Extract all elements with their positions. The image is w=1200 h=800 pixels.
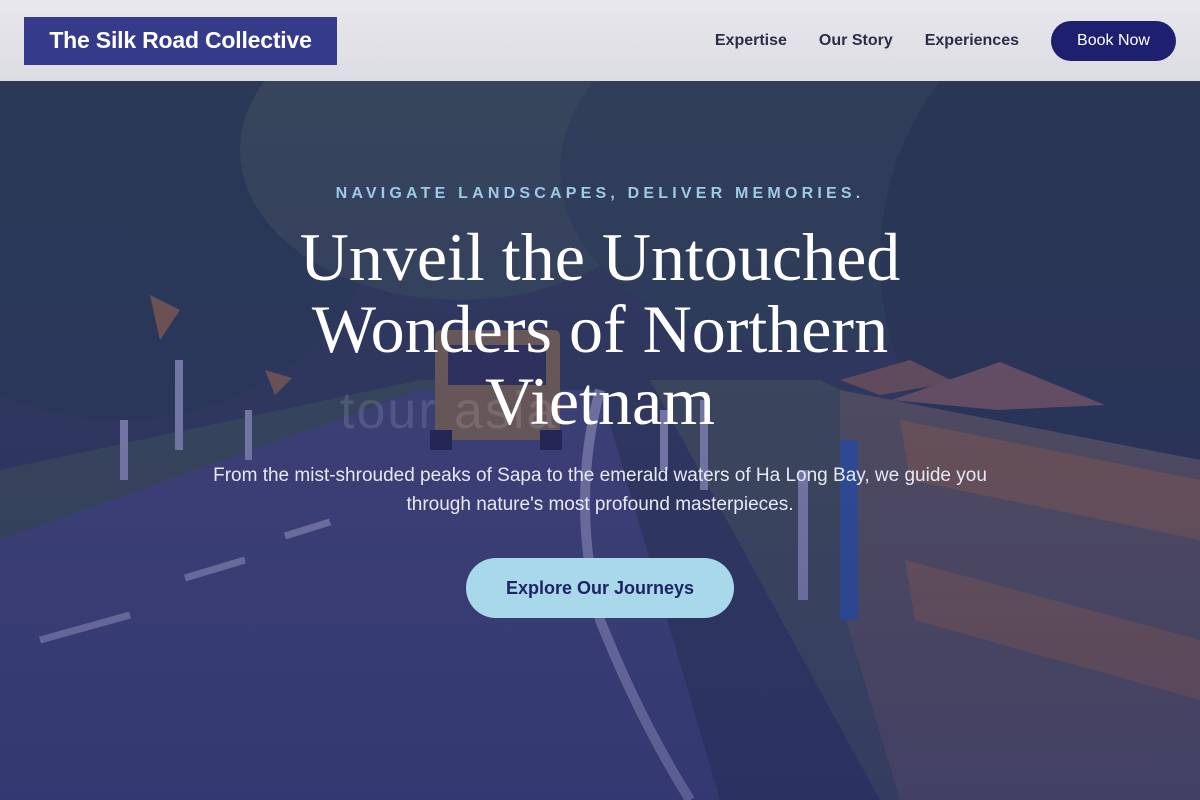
hero-eyebrow: NAVIGATE LANDSCAPES, DELIVER MEMORIES. — [335, 185, 865, 202]
nav-link-expertise[interactable]: Expertise — [715, 32, 787, 50]
site-header: The Silk Road Collective Expertise Our S… — [0, 0, 1200, 81]
main-nav: Expertise Our Story Experiences Book Now — [715, 20, 1176, 61]
brand-logo[interactable]: The Silk Road Collective — [24, 16, 337, 65]
hero-subtitle: From the mist-shrouded peaks of Sapa to … — [213, 465, 987, 515]
nav-link-our-story[interactable]: Our Story — [819, 32, 893, 50]
explore-journeys-button[interactable]: Explore Our Journeys — [466, 558, 734, 618]
nav-link-experiences[interactable]: Experiences — [925, 32, 1019, 50]
hero-section: tour asia NAVIGATE LANDSCAPES, DELIVER M… — [0, 81, 1200, 800]
book-now-button[interactable]: Book Now — [1051, 20, 1176, 61]
hero-headline: Unveil the Untouched Wonders of Northern… — [299, 219, 901, 439]
